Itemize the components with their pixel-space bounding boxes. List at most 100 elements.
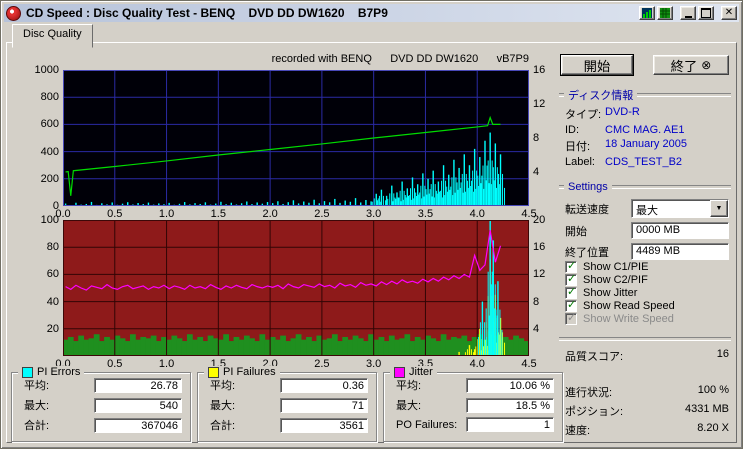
mini-chart-icon [642, 8, 652, 18]
pi-errors-chart: 1000 800 600 400 200 0 16 12 8 4 0.0 0.5 1.0 1.5 2.0 2.… [35, 64, 546, 220]
axis-tick-label: 16 [533, 241, 546, 254]
top-chart-canvas [63, 70, 529, 206]
stat-label: 平均: [396, 380, 422, 392]
titlebar-tool-icon-1[interactable] [639, 6, 655, 20]
axis-tick-label: 60 [46, 268, 59, 281]
bottom-chart-canvas [63, 220, 529, 356]
stats-box-title: Jitter [409, 366, 433, 378]
stat-label: 最大: [24, 400, 50, 412]
axis-tick-label: 2.5 [314, 358, 330, 370]
axis-tick-label: 20 [533, 214, 546, 226]
axis-tick-label: 100 [40, 214, 59, 226]
exit-button-label: 終了 [670, 58, 698, 74]
start-button-label: 開始 [583, 58, 611, 74]
axis-tick-label: 200 [40, 172, 59, 185]
checkbox-show-c1-pie[interactable]: ✓ Show C1/PIE [565, 260, 731, 273]
mini-grid-icon [660, 8, 670, 18]
app-icon [6, 5, 21, 21]
axis-tick-label: 3.0 [366, 358, 382, 370]
axis-tick-label: 800 [40, 91, 59, 104]
tab-disc-quality[interactable]: Disc Quality [12, 24, 93, 48]
checkbox-show-jitter[interactable]: ✓ Show Jitter [565, 286, 731, 299]
axis-tick-label: 1.0 [158, 208, 175, 220]
exit-button[interactable]: 終了 ⊗ [653, 55, 729, 75]
axis-tick-label: 2.5 [314, 208, 330, 220]
speed-value: 8.20 X [697, 422, 729, 434]
checkbox-show-c2-pif[interactable]: ✓ Show C2/PIF [565, 273, 731, 286]
start-position-field[interactable]: 0000 MB [631, 222, 729, 239]
separator [559, 337, 731, 341]
stats-box-title: PI Failures [223, 366, 276, 378]
axis-tick-label: 12 [533, 268, 546, 281]
position-row: ポジション: 4331 MB [565, 403, 729, 419]
axis-tick-label: 20 [46, 322, 59, 335]
transfer-speed-select[interactable]: 最大 ▼ [631, 199, 729, 218]
checkbox-show-write-speed: ✓ Show Write Speed [565, 312, 674, 325]
axis-tick-label: 0.5 [107, 358, 123, 370]
jitter-stats-box: Jitter 平均: 10.06 % 最大: 18.5 % PO Failures:… [383, 366, 563, 442]
axis-tick-label: 12 [533, 98, 546, 110]
progress-label: 進行状況: [565, 387, 613, 399]
combo-dropdown-button[interactable]: ▼ [710, 200, 728, 217]
minimize-button[interactable] [680, 6, 696, 20]
check-icon: ✓ [567, 260, 577, 272]
minimize-icon [684, 15, 692, 18]
transfer-speed-value: 最大 [636, 205, 658, 217]
checkbox-show-read-speed[interactable]: ✓ Show Read Speed [565, 299, 731, 312]
titlebar: CD Speed : Disc Quality Test - BENQ DVD … [4, 4, 739, 22]
check-icon: ✓ [567, 299, 577, 311]
disc-info-header: ディスク情報 [559, 87, 731, 103]
chevron-down-icon: ▼ [715, 205, 723, 212]
position-value: 4331 MB [684, 403, 729, 415]
checkbox-box: ✓ [565, 312, 577, 325]
settings-header: Settings [559, 181, 731, 193]
axis-tick-label: 8 [533, 132, 540, 144]
progress-row: 進行状況: 100 % [565, 384, 729, 400]
check-icon: ✓ [567, 312, 577, 324]
stat-value-field: 367046 [94, 417, 182, 433]
axis-tick-label: 3.0 [366, 208, 382, 220]
window-title: CD Speed : Disc Quality Test - BENQ DVD … [26, 6, 388, 20]
speed-row: 速度: 8.20 X [565, 422, 729, 438]
disc-info-row: ID: CMC MAG. AE1 [565, 124, 685, 136]
stat-value-field: 540 [94, 397, 182, 413]
maximize-button[interactable] [698, 6, 714, 20]
stats-box-title: PI Errors [37, 366, 81, 378]
end-position-field[interactable]: 4489 MB [631, 243, 729, 260]
jitter-pif-chart: 100 80 60 40 20 20 16 12 8 4 0.0 0.5 1.0 1.5 2.0 2.5 3.0… [41, 214, 546, 370]
tab-page: recorded with BENQ DVD DD DW1620 vB7P9 1… [6, 42, 737, 443]
axis-tick-label: 400 [40, 145, 59, 158]
pi-failures-legend-swatch [208, 366, 219, 378]
pi-errors-legend-swatch [22, 366, 33, 378]
axis-tick-label: 4.0 [469, 208, 485, 220]
stat-value-field: 10.06 % [466, 377, 554, 393]
position-label: ポジション: [565, 406, 624, 418]
recorded-note: recorded with BENQ DVD DD DW1620 vB7P9 [271, 53, 529, 65]
axis-tick-label: 80 [46, 241, 59, 254]
disc-info-row: タイプ: DVD-R [565, 106, 640, 121]
stat-value-field: 0.36 [280, 377, 368, 393]
stat-value-field: 26.78 [94, 377, 182, 393]
end-position-label: 終了位置 [565, 246, 609, 259]
exit-icon: ⊗ [701, 58, 712, 72]
axis-tick-label: 600 [40, 118, 59, 131]
check-icon: ✓ [567, 273, 577, 285]
transfer-speed-label: 転送速度 [565, 203, 609, 216]
disc-info-row: 日付: 18 January 2005 [565, 138, 687, 153]
stat-value-field: 3561 [280, 417, 368, 433]
axis-tick-label: 8 [533, 295, 540, 308]
quality-score-row: 品質スコア: 16 [565, 348, 729, 364]
axis-tick-label: 0.5 [107, 208, 123, 220]
axis-tick-label: 1.0 [158, 358, 175, 370]
axis-tick-label: 4 [533, 166, 540, 178]
pi-errors-stats-box: PI Errors 平均: 26.78 最大: 540 合計: 367046 [11, 366, 191, 442]
quality-score-label: 品質スコア: [565, 350, 624, 363]
titlebar-tool-icon-2[interactable] [657, 6, 673, 20]
start-button[interactable]: 開始 [560, 54, 634, 76]
close-button[interactable]: ✕ [721, 6, 737, 20]
progress-value: 100 % [697, 384, 729, 396]
axis-tick-label: 16 [533, 64, 546, 76]
stat-value-field: 18.5 % [466, 397, 554, 413]
stat-label: 最大: [210, 400, 236, 412]
control-panel: 開始 終了 ⊗ ディスク情報 タイプ: DVD-R ID: CMC MAG. AE1 … [559, 54, 731, 438]
